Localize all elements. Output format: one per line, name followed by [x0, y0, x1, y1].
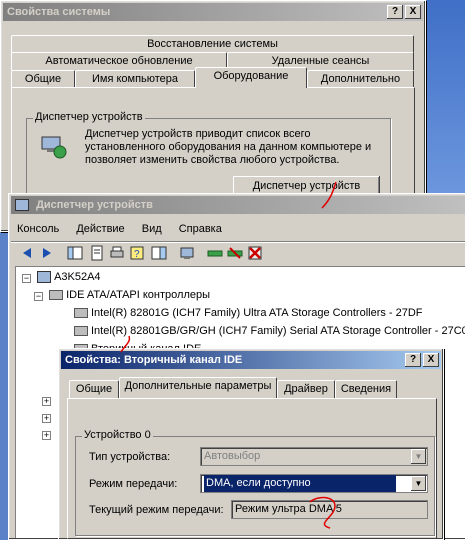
ide-properties-title: Свойства: Вторичный канал IDE: [65, 354, 243, 366]
tab-computer-name[interactable]: Имя компьютера: [75, 70, 195, 88]
tab-driver[interactable]: Драйвер: [277, 380, 335, 398]
ide-properties-titlebar[interactable]: Свойства: Вторичный канал IDE ? X: [61, 351, 441, 369]
expand-icon[interactable]: +: [42, 414, 51, 423]
device-0-group-label: Устройство 0: [82, 429, 153, 441]
help-icon[interactable]: ?: [129, 245, 145, 261]
update-driver-icon[interactable]: [207, 245, 223, 261]
menu-view[interactable]: Вид: [142, 223, 162, 235]
device-manager-description: Диспетчер устройств приводит список всег…: [85, 128, 372, 166]
show-hide-icon[interactable]: [151, 245, 167, 261]
tab-advanced-settings[interactable]: Дополнительные параметры: [119, 377, 277, 398]
computer-icon: [37, 271, 52, 284]
back-icon[interactable]: [19, 245, 35, 261]
menu-help[interactable]: Справка: [179, 223, 222, 235]
forward-icon[interactable]: [39, 245, 55, 261]
current-mode-value: Режим ультра DMA 5: [235, 503, 342, 515]
tab-system-restore[interactable]: Восстановление системы: [11, 35, 414, 53]
device-manager-title-icon: [15, 199, 29, 212]
tab-advanced[interactable]: Дополнительно: [307, 70, 414, 88]
print-icon[interactable]: [109, 245, 125, 261]
chevron-down-icon[interactable]: ▼: [411, 476, 426, 491]
collapse-icon[interactable]: −: [34, 292, 43, 301]
console-tree-icon[interactable]: [67, 245, 83, 261]
device-manager-title: Диспетчер устройств: [36, 199, 153, 211]
menu-bar: Консоль Действие Вид Справка: [17, 221, 236, 237]
current-mode-field: Режим ультра DMA 5: [231, 500, 428, 519]
scan-hardware-icon[interactable]: [179, 245, 195, 261]
uninstall-icon[interactable]: [247, 245, 263, 261]
current-mode-label: Текущий режим передачи:: [89, 504, 224, 516]
expand-icon[interactable]: +: [42, 397, 51, 406]
tab-hardware[interactable]: Оборудование: [195, 67, 307, 88]
tree-category-ide-label: IDE ATA/ATAPI контроллеры: [66, 289, 211, 301]
tree-root-label: A3K52A4: [54, 271, 101, 283]
tree-device-label: Intel(R) 82801GB/GR/GH (ICH7 Family) Ser…: [91, 325, 465, 337]
transfer-mode-value: DMA, если доступно: [204, 475, 396, 492]
system-properties-titlebar[interactable]: Свойства системы ? X: [3, 3, 423, 21]
device-type-value: Автовыбор: [204, 450, 261, 462]
device-type-label: Тип устройства:: [89, 451, 171, 463]
help-button[interactable]: ?: [387, 5, 403, 19]
close-button[interactable]: X: [423, 353, 439, 367]
tree-device-label: Intel(R) 82801G (ICH7 Family) Ultra ATA …: [91, 307, 423, 319]
ide-properties-dialog: Свойства: Вторичный канал IDE ? X Общие …: [58, 348, 444, 540]
close-button[interactable]: X: [405, 5, 421, 19]
device-manager-icon: [41, 136, 67, 159]
disable-device-icon[interactable]: [227, 245, 243, 261]
device-manager-titlebar[interactable]: Диспетчер устройств: [11, 196, 465, 214]
tab-general[interactable]: Общие: [11, 70, 75, 88]
transfer-mode-select[interactable]: DMA, если доступно ▼: [200, 474, 428, 493]
tab-details[interactable]: Сведения: [335, 380, 397, 398]
tree-device[interactable]: Intel(R) 82801GB/GR/GH (ICH7 Family) Ser…: [74, 323, 465, 339]
collapse-icon[interactable]: −: [22, 274, 31, 283]
transfer-mode-label: Режим передачи:: [89, 478, 178, 490]
system-properties-title: Свойства системы: [7, 6, 111, 18]
device-type-select: Автовыбор ▼: [200, 447, 428, 466]
help-button[interactable]: ?: [405, 353, 421, 367]
ide-device-icon: [74, 308, 88, 319]
tree-category-ide[interactable]: − IDE ATA/ATAPI контроллеры: [34, 287, 210, 303]
tree-root[interactable]: − A3K52A4: [22, 269, 101, 285]
svg-text:?: ?: [134, 249, 140, 260]
expand-icon[interactable]: +: [42, 431, 51, 440]
menu-action[interactable]: Действие: [76, 223, 124, 235]
menu-console[interactable]: Консоль: [17, 223, 59, 235]
ide-device-icon: [74, 326, 88, 337]
properties-icon[interactable]: [89, 245, 105, 261]
tab-general[interactable]: Общие: [69, 380, 119, 398]
toolbar: ?: [11, 241, 465, 264]
tree-device[interactable]: Intel(R) 82801G (ICH7 Family) Ultra ATA …: [74, 305, 423, 321]
device-manager-group-label: Диспетчер устройств: [33, 111, 145, 123]
chevron-down-icon: ▼: [411, 449, 426, 464]
ide-controller-icon: [49, 290, 64, 301]
